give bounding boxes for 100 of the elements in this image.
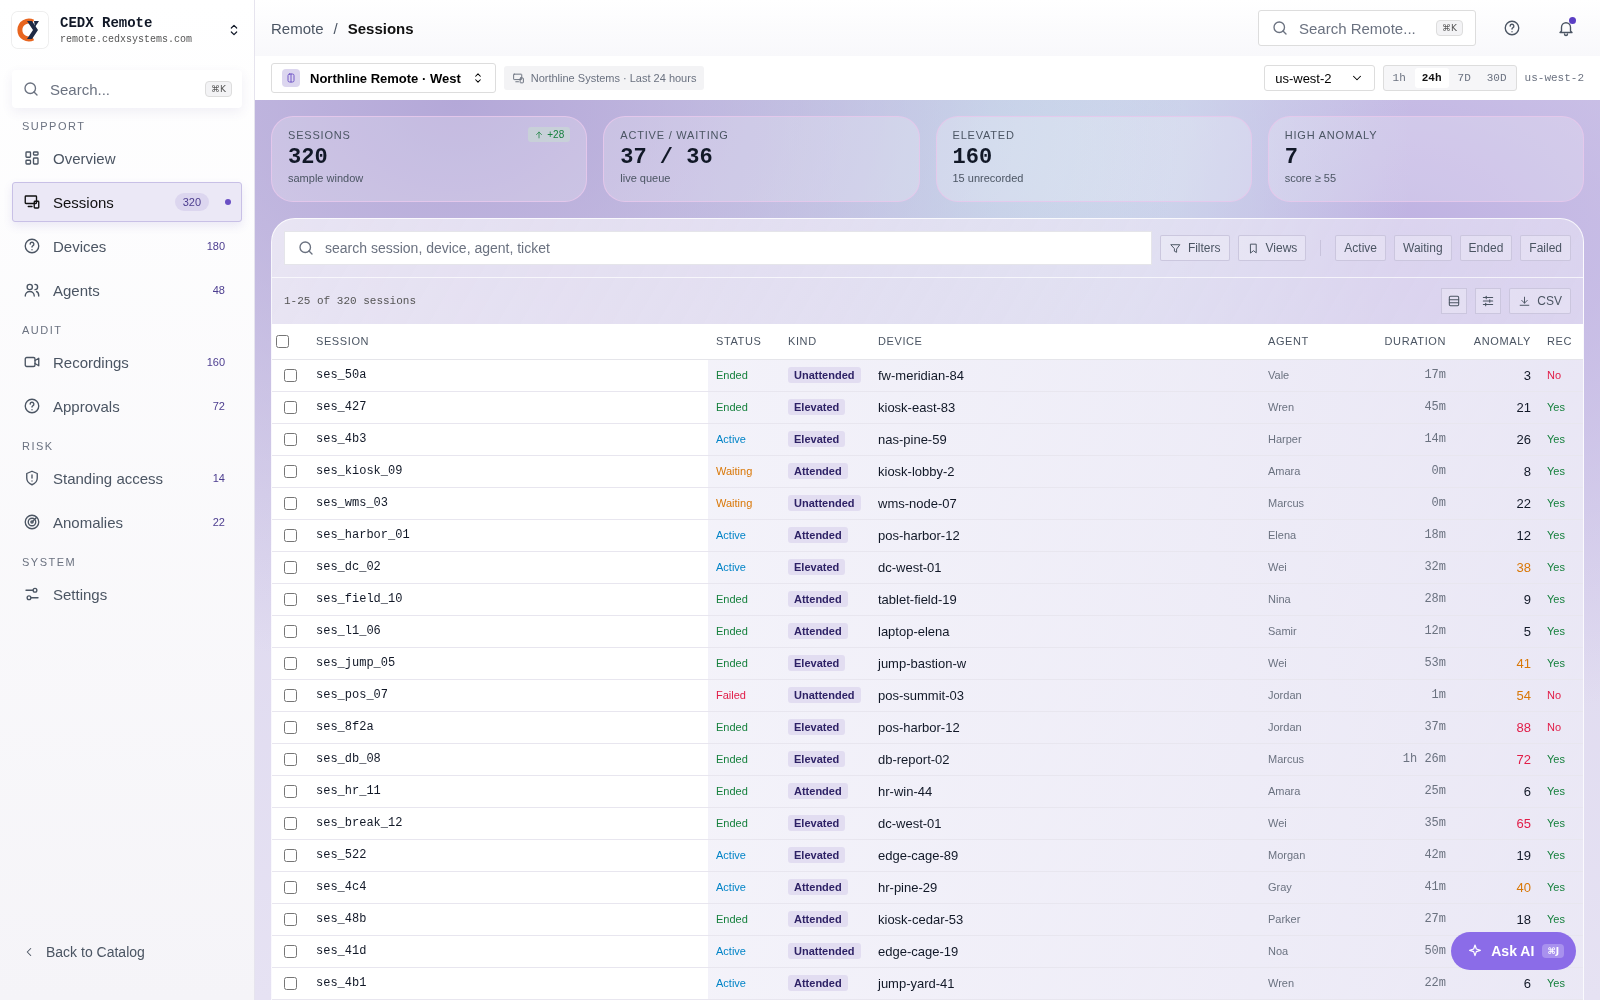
session-id[interactable]: ses_harbor_01 xyxy=(316,528,410,543)
status-filter-chip[interactable]: Active xyxy=(1335,235,1387,261)
sidebar-item[interactable]: Recordings 160 xyxy=(12,342,242,382)
session-id[interactable]: ses_l1_06 xyxy=(316,624,381,639)
row-checkbox[interactable] xyxy=(284,496,297,510)
row-checkbox[interactable] xyxy=(284,816,297,830)
row-checkbox[interactable] xyxy=(284,688,297,702)
row-checkbox[interactable] xyxy=(284,784,297,798)
status-text: Active xyxy=(715,977,747,990)
duration-cell-text: 25m xyxy=(1423,784,1447,799)
duration-cell-text: 50m xyxy=(1423,944,1447,959)
session-id[interactable]: ses_jump_05 xyxy=(316,656,396,671)
anomaly-score: 19 xyxy=(1515,847,1532,863)
session-id[interactable]: ses_41d xyxy=(316,944,367,959)
row-checkbox[interactable] xyxy=(284,400,297,414)
count-badge: 320 xyxy=(174,193,209,211)
sidebar-item[interactable]: Settings xyxy=(12,574,242,614)
session-id[interactable]: ses_pos_07 xyxy=(316,688,388,703)
sidebar-item[interactable]: Overview xyxy=(12,138,242,178)
session-id[interactable]: ses_db_08 xyxy=(316,752,381,767)
column-header[interactable]: KIND xyxy=(780,335,870,348)
status-filter-chip[interactable]: Waiting xyxy=(1394,235,1452,261)
status-filter-chip[interactable]: Ended xyxy=(1459,235,1513,261)
row-checkbox[interactable] xyxy=(284,848,297,862)
column-header[interactable]: ANOMALY xyxy=(1465,335,1539,348)
sidebar-item[interactable]: Sessions 320 xyxy=(12,182,242,222)
column-header[interactable]: AGENT xyxy=(1260,335,1364,348)
anomaly-score: 6 xyxy=(1522,975,1532,991)
row-checkbox[interactable] xyxy=(284,752,297,766)
agent-cell-text: Wren xyxy=(1267,977,1296,990)
sidebar-item[interactable]: Devices 180 xyxy=(12,226,242,266)
session-id[interactable]: ses_wms_03 xyxy=(316,496,388,511)
row-checkbox[interactable] xyxy=(284,560,297,574)
status-filter-chip[interactable]: Failed xyxy=(1520,235,1571,261)
row-checkbox[interactable] xyxy=(284,432,297,446)
session-id[interactable]: ses_8f2a xyxy=(316,720,374,735)
time-range-option[interactable]: 24h xyxy=(1414,68,1449,88)
column-header[interactable]: DURATION xyxy=(1376,335,1454,348)
session-id[interactable]: ses_hr_11 xyxy=(316,784,381,799)
session-id[interactable]: ses_522 xyxy=(316,848,367,863)
duration-cell-text: 12m xyxy=(1423,624,1447,639)
duration-cell-text: 32m xyxy=(1423,560,1447,575)
status-text: Active xyxy=(715,945,747,958)
agent-cell-text: Parker xyxy=(1267,913,1302,926)
section-heading: AUDIT xyxy=(21,323,64,338)
row-checkbox[interactable] xyxy=(284,368,297,382)
columns-settings-button[interactable] xyxy=(1475,288,1502,314)
kind-tag: Elevated xyxy=(788,431,846,448)
time-range-option[interactable]: 7D xyxy=(1450,68,1478,88)
agent-cell-text: Wren xyxy=(1267,401,1296,414)
kpi-label: ELEVATED xyxy=(952,129,1015,141)
session-id[interactable]: ses_48b xyxy=(316,912,367,927)
duration-cell-text: 27m xyxy=(1423,912,1447,927)
kind-tag: Attended xyxy=(788,623,848,640)
session-id[interactable]: ses_break_12 xyxy=(316,816,403,831)
time-range-option[interactable]: 1h xyxy=(1385,68,1413,88)
row-checkbox[interactable] xyxy=(284,624,297,638)
sidebar-search-field[interactable]: Search... ⌘K xyxy=(12,70,242,108)
row-checkbox[interactable] xyxy=(284,528,297,542)
session-id[interactable]: ses_kiosk_09 xyxy=(316,464,403,479)
workspace-selector[interactable]: Northline Remote · West xyxy=(271,63,496,93)
export-csv-button[interactable]: CSV xyxy=(1509,288,1571,314)
back-link[interactable]: Back to Catalog xyxy=(12,944,242,1000)
sidebar-item[interactable]: Agents 48 xyxy=(12,270,242,310)
time-range-option[interactable]: 30D xyxy=(1479,68,1514,88)
select-all-checkbox[interactable] xyxy=(276,334,289,348)
agent-cell-text: Nina xyxy=(1267,593,1292,606)
kind-tag: Attended xyxy=(788,591,848,608)
kpi-note: 15 unrecorded xyxy=(952,172,1024,184)
column-header[interactable]: STATUS xyxy=(708,335,780,348)
sidebar-item[interactable]: Approvals 72 xyxy=(12,386,242,426)
table-search-field[interactable]: search session, device, agent, ticket xyxy=(284,231,1152,265)
row-checkbox[interactable] xyxy=(284,944,297,958)
session-id[interactable]: ses_4c4 xyxy=(316,880,367,895)
session-id[interactable]: ses_dc_02 xyxy=(316,560,381,575)
sidebar-item[interactable]: Anomalies 22 xyxy=(12,502,242,542)
region-dropdown[interactable]: us-west-2 xyxy=(1264,65,1375,91)
sidebar-item[interactable]: Standing access 14 xyxy=(12,458,242,498)
row-checkbox[interactable] xyxy=(284,592,297,606)
session-id[interactable]: ses_50a xyxy=(316,368,367,383)
breadcrumb-item[interactable]: Remote xyxy=(271,19,324,37)
session-id[interactable]: ses_427 xyxy=(316,400,367,415)
session-id[interactable]: ses_4b3 xyxy=(316,432,367,447)
density-button[interactable] xyxy=(1441,288,1468,314)
filters-button[interactable]: Filters xyxy=(1159,235,1230,261)
ask-ai-button[interactable]: Ask AI ⌘J xyxy=(1451,932,1576,970)
row-checkbox[interactable] xyxy=(284,912,297,926)
row-checkbox[interactable] xyxy=(284,464,297,478)
row-checkbox[interactable] xyxy=(284,880,297,894)
global-search-field[interactable]: Search Remote... ⌘K xyxy=(1258,10,1476,46)
row-checkbox[interactable] xyxy=(284,976,297,990)
row-checkbox[interactable] xyxy=(284,656,297,670)
session-id[interactable]: ses_field_10 xyxy=(316,592,403,607)
column-header[interactable]: DEVICE xyxy=(870,335,1260,348)
session-id[interactable]: ses_4b1 xyxy=(316,976,367,991)
views-button[interactable]: Views xyxy=(1237,235,1307,261)
column-header[interactable]: REC xyxy=(1539,335,1583,348)
row-checkbox[interactable] xyxy=(284,720,297,734)
column-header[interactable]: SESSION xyxy=(308,335,708,348)
kind-tag: Elevated xyxy=(788,655,846,672)
